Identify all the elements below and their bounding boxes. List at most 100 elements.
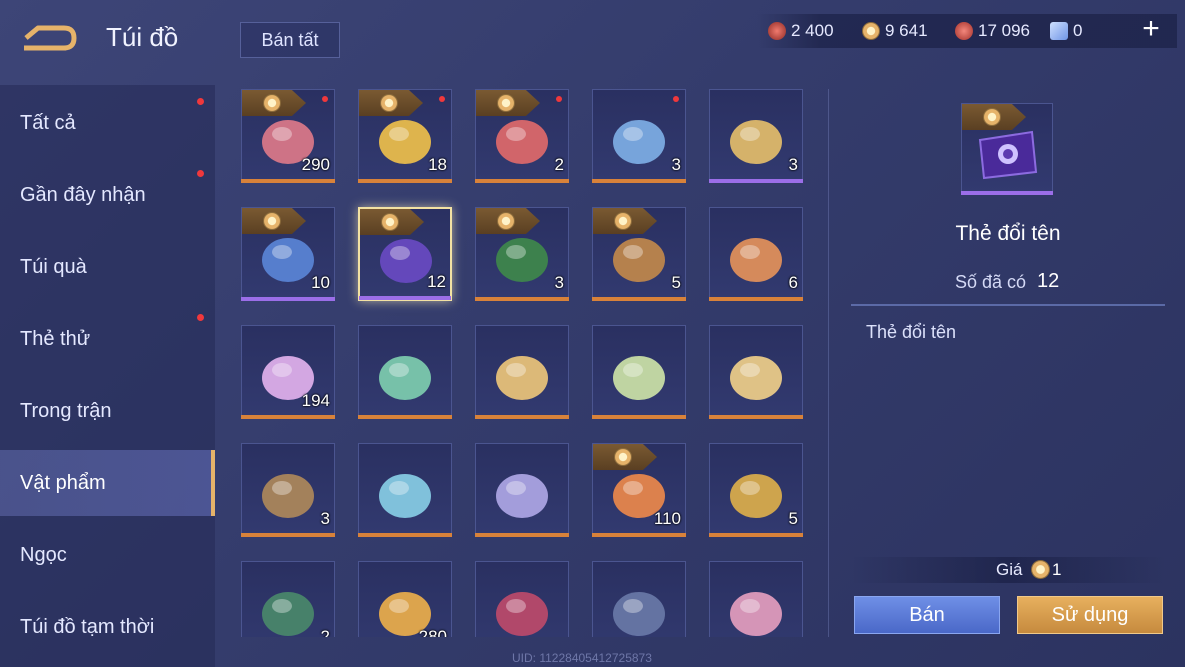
golden-scepter-item[interactable]: 3 [709,89,803,183]
ticket-icon [1050,22,1068,40]
soup-bowl-icon [613,356,665,400]
sidebar-item-trial-cards[interactable]: Thẻ thử [0,306,215,372]
item-quantity: 3 [320,509,330,528]
sidebar-item-label: Gần đây nhận [20,183,146,206]
detail-item-name: Thẻ đổi tên [955,222,1061,245]
currency-value: 9 641 [885,21,928,40]
owned-value: 12 [1037,270,1060,292]
rarity-bar [241,415,335,419]
costume-vest-item[interactable] [592,561,686,637]
rename-card-item[interactable]: 12 [358,207,452,301]
blue-flower-dish-item[interactable] [358,443,452,537]
sidebar-item-all[interactable]: Tất cả [0,90,215,156]
cake-plate-item[interactable] [709,325,803,419]
rarity-bar [709,297,803,301]
rarity-bar [592,179,686,183]
soup-bowl-item[interactable] [592,325,686,419]
toy-gun-item[interactable]: 3 [592,89,686,183]
detail-divider [851,304,1165,306]
exp-x2-card-item[interactable]: 10 [241,207,335,301]
use-button[interactable]: Sử dụng [1017,596,1163,634]
pet-creature-icon [730,592,782,636]
rarity-bar [358,415,452,419]
orange-coin-icon [730,238,782,282]
item-quantity: 110 [653,509,681,528]
sidebar-item-label: Túi đồ tạm thời [20,615,155,638]
gold-ingot-item[interactable]: 18 [358,89,452,183]
rarity-bar [241,533,335,537]
sidebar-item-gems[interactable]: Ngọc [0,522,215,588]
item-quantity: 5 [671,273,681,292]
category-sidebar: Tất cả Gần đây nhận Túi quà Thẻ thử Tron… [0,85,215,667]
detail-description: Thẻ đổi tên [866,322,957,342]
sidebar-item-gift-bags[interactable]: Túi quà [0,234,215,300]
christmas-bells-item[interactable]: 5 [709,443,803,537]
sidebar-item-recent[interactable]: Gần đây nhận [0,162,215,228]
currency-ticket: 0 [1050,20,1082,42]
treasure-chest-item[interactable]: 5 [592,207,686,301]
crystal-star-item[interactable]: 194 [241,325,335,419]
user-id: UID: 11228405412725873 [512,651,652,665]
sidebar-item-label: Thẻ thử [20,327,91,350]
gold-x2-card-item[interactable]: 3 [475,207,569,301]
sidebar-item-items[interactable]: Vật phẩm [0,450,215,516]
item-quantity: 18 [428,155,447,174]
rarity-bar [592,533,686,537]
rose-bouquet-large-icon [496,120,548,164]
pet-creature-item[interactable] [709,561,803,637]
sidebar-item-label: Trong trận [20,399,112,422]
rarity-bar [241,297,335,301]
rarity-bar [475,179,569,183]
item-quantity: 2 [320,627,330,637]
notification-dot [197,314,204,321]
notification-dot [197,170,204,177]
item-quantity: 2 [554,155,564,174]
anniversary-ticket-item[interactable]: 280 [358,561,452,637]
sell-button[interactable]: Bán [854,596,1000,634]
sidebar-item-in-match[interactable]: Trong trận [0,378,215,444]
cookie-plate-item[interactable] [475,325,569,419]
hydrangea-dish-item[interactable] [475,443,569,537]
gold-coin-icon [1031,560,1050,579]
toy-gun-icon [613,120,665,164]
gold-coin-icon [862,22,880,40]
notification-dot [556,96,562,102]
item-quantity: 3 [788,155,798,174]
currency-value: 0 [1073,21,1083,40]
sidebar-item-temp-bag[interactable]: Túi đồ tạm thời [0,594,215,660]
owned-label: Số đã có [955,272,1027,292]
sell-all-button[interactable]: Bán tất [240,22,340,58]
item-quantity: 290 [301,155,330,174]
detail-item-icon [961,103,1053,195]
hydrangea-dish-icon [496,474,548,518]
currency-ruby: 17 096 [955,20,1030,42]
add-currency-button[interactable]: + [1138,14,1164,44]
item-quantity: 6 [788,273,798,292]
orange-coin-item[interactable]: 6 [709,207,803,301]
jelly-dish-icon [379,356,431,400]
item-grid: 290 18 2 3 3 10 12 3 5 6 194 3 110 5 2 280 [241,89,821,637]
rarity-bar [592,297,686,301]
back-button[interactable] [20,18,80,58]
page-title: Túi đồ [106,22,179,52]
green-emblem-item[interactable]: 2 [241,561,335,637]
notification-dot [322,96,328,102]
galaxy-orb-item[interactable] [475,561,569,637]
rarity-bar [709,415,803,419]
item-quantity: 3 [671,155,681,174]
item-quantity: 280 [418,627,447,637]
price-label: Giá [996,560,1023,579]
price-value: 1 [1052,560,1062,579]
rarity-bar [241,179,335,183]
blue-flower-dish-icon [379,474,431,518]
treasure-chest-icon [613,238,665,282]
rose-bouquet-large-item[interactable]: 2 [475,89,569,183]
notification-dot [439,96,445,102]
currency-value: 17 096 [978,21,1030,40]
jelly-dish-item[interactable] [358,325,452,419]
shrimp-ring-item[interactable]: 110 [592,443,686,537]
treasure-map-item[interactable]: 3 [241,443,335,537]
item-quantity: 194 [301,391,330,410]
rose-bouquet-item[interactable]: 290 [241,89,335,183]
golden-scepter-icon [730,120,782,164]
